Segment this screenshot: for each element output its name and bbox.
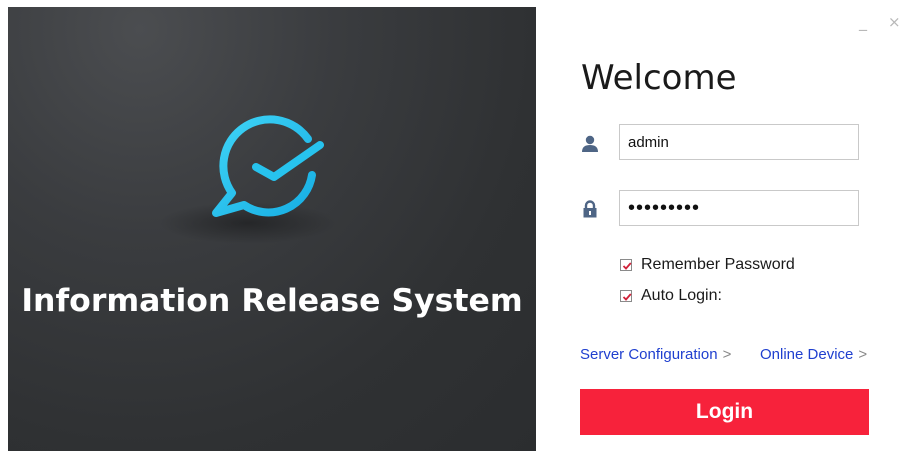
password-field[interactable] xyxy=(619,190,859,226)
chevron-right-icon: > xyxy=(858,346,868,363)
login-button[interactable]: Login xyxy=(580,389,869,435)
close-icon[interactable]: × xyxy=(888,13,901,31)
server-configuration-link[interactable]: Server Configuration > xyxy=(580,346,731,363)
username-field[interactable] xyxy=(619,124,859,160)
server-configuration-label[interactable]: Server Configuration xyxy=(580,346,718,363)
app-logo-icon xyxy=(212,115,324,217)
online-device-link[interactable]: Online Device > xyxy=(760,346,867,363)
brand-panel: Information Release System xyxy=(8,7,536,451)
minimize-icon[interactable]: _ xyxy=(859,12,867,31)
chevron-right-icon: > xyxy=(722,346,732,363)
remember-password-label: Remember Password xyxy=(641,256,795,273)
welcome-heading: Welcome xyxy=(581,58,737,98)
remember-password-option[interactable]: Remember Password xyxy=(620,256,795,274)
auto-login-checkbox[interactable] xyxy=(620,290,632,302)
checkmark-icon xyxy=(622,293,632,301)
auto-login-option[interactable]: Auto Login: xyxy=(620,287,722,305)
online-device-label[interactable]: Online Device xyxy=(760,346,853,363)
remember-password-checkbox[interactable] xyxy=(620,259,632,271)
user-icon xyxy=(582,135,598,152)
system-title: Information Release System xyxy=(21,283,523,319)
lock-icon xyxy=(583,200,597,218)
checkmark-icon xyxy=(622,262,632,270)
auto-login-label: Auto Login: xyxy=(641,287,722,304)
